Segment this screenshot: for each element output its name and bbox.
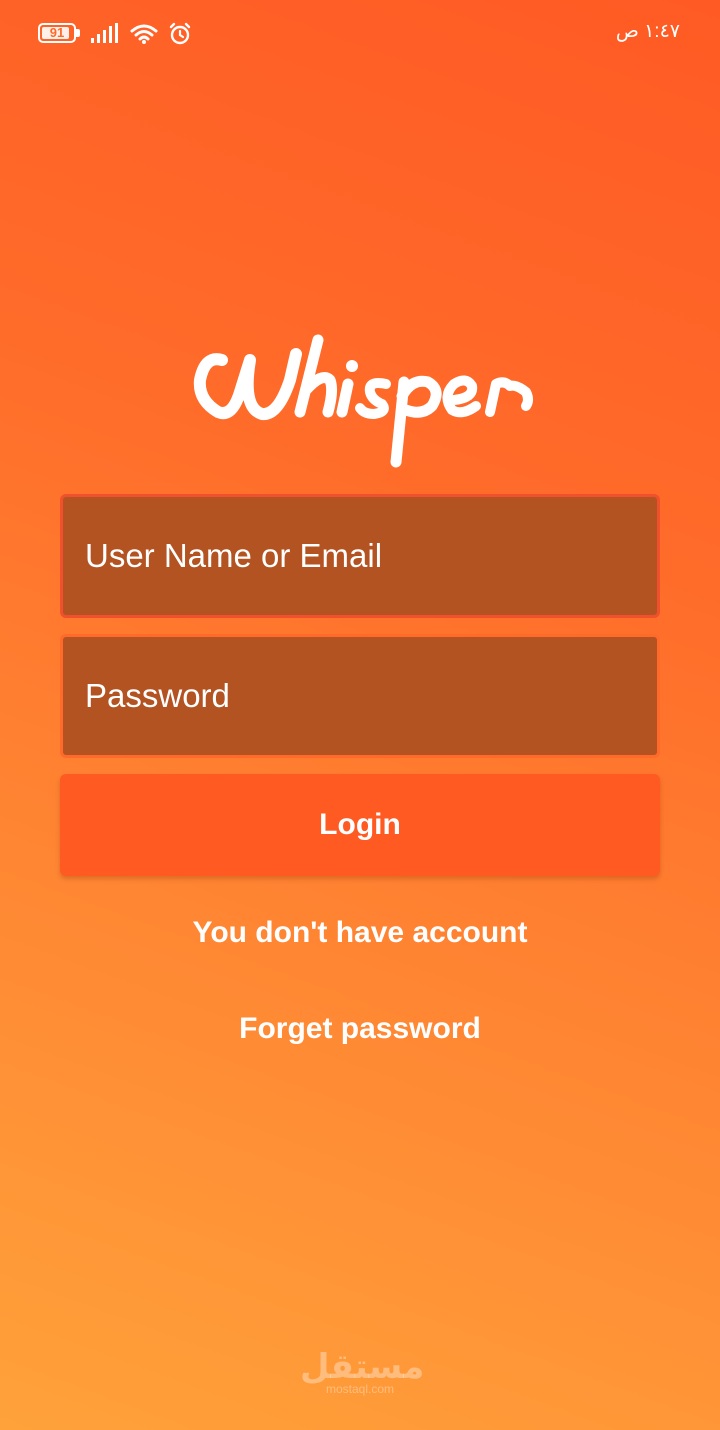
username-input[interactable] (63, 497, 657, 615)
watermark-arabic: مستقل (300, 1347, 425, 1387)
status-bar: 91 ١:٤٧ ص (0, 0, 720, 70)
battery-icon: 91 (38, 23, 80, 45)
login-button[interactable]: Login (60, 774, 660, 876)
battery-level: 91 (49, 25, 65, 40)
password-input[interactable] (63, 637, 657, 755)
wifi-icon (130, 24, 158, 44)
watermark-logo: مستقل mostaql.com (300, 1347, 425, 1400)
username-field[interactable] (60, 494, 660, 618)
status-icons: 91 (38, 22, 192, 46)
signup-link[interactable]: You don't have account (0, 916, 720, 950)
app-logo (193, 334, 533, 468)
password-field[interactable] (60, 634, 660, 758)
forget-password-link[interactable]: Forget password (0, 1012, 720, 1046)
alarm-icon (169, 22, 191, 45)
status-time: ١:٤٧ ص (615, 21, 680, 42)
signal-icon (91, 23, 118, 43)
